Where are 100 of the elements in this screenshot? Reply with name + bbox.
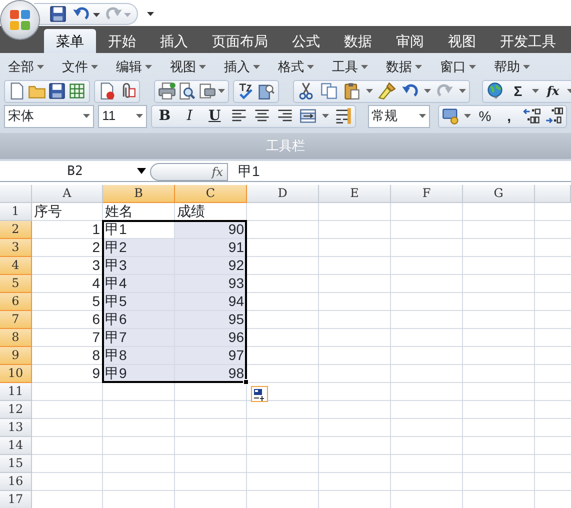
percent-button[interactable]: % [475,106,496,126]
table-cell: 9 [32,365,103,383]
sum-button[interactable]: Σ [508,81,528,101]
ribbon-tab[interactable]: 插入 [148,29,200,53]
column-header[interactable]: E [319,185,391,203]
table-cell: 4 [32,275,103,293]
spelling-check-icon[interactable] [237,82,255,100]
paintbrush-icon[interactable] [378,82,396,100]
caret-icon [415,65,422,69]
column-header[interactable]: B [103,185,175,203]
row-header[interactable]: 16 [0,473,32,491]
name-box[interactable]: B2 [67,162,83,182]
wrap-text-icon[interactable] [334,107,352,125]
caret-icon[interactable] [137,168,146,174]
document-icon[interactable] [8,82,26,100]
caret-icon[interactable] [93,13,100,17]
document-icon[interactable] [98,82,116,100]
increase-decimal-icon[interactable] [523,107,542,125]
row-header[interactable]: 3 [0,239,32,257]
column-header[interactable]: C [175,185,247,203]
formula-field[interactable]: 甲1 [228,161,260,182]
table-cell: 甲7 [103,329,175,347]
scissors-icon[interactable] [297,82,315,100]
office-logo-icon [7,7,33,33]
merge-cells-icon[interactable] [298,107,317,125]
menu-item[interactable]: 数据 [386,57,412,77]
number-format-dropdown[interactable]: 常规 [368,104,430,128]
ribbon-tab[interactable]: 页面布局 [200,29,280,53]
menu-item[interactable]: 插入 [224,57,250,77]
bold-button[interactable]: B [154,106,175,126]
row-header[interactable]: 17 [0,491,32,508]
table-cell: 成绩 [175,203,247,221]
copy-icon[interactable] [320,82,338,100]
table-cell: 91 [175,239,247,257]
decrease-decimal-icon[interactable] [545,107,564,125]
column-header[interactable]: F [391,185,463,203]
magnifier-icon[interactable] [178,82,196,100]
menu-item[interactable]: 全部 [8,57,34,77]
table-cell: 90 [175,221,247,239]
paste-options-icon[interactable] [251,386,268,402]
ribbon-tab[interactable]: 视图 [436,29,488,53]
italic-button[interactable]: I [180,106,200,126]
save-icon[interactable] [48,82,66,100]
table-cell: 甲8 [103,347,175,365]
column-header[interactable]: G [463,185,535,203]
row-header[interactable]: 4 [0,257,32,275]
font-size-dropdown[interactable]: 11 [98,104,147,128]
menu-item[interactable]: 格式 [278,57,304,77]
ribbon-tab[interactable]: 数据 [332,29,384,53]
ribbon-tab[interactable]: 公式 [280,29,332,53]
row-header[interactable]: 13 [0,419,32,437]
row-header[interactable]: 5 [0,275,32,293]
customize-caret-icon[interactable] [147,12,154,16]
ribbon-tab[interactable]: 开始 [96,29,148,53]
insert-function-button[interactable]: fx [150,162,228,180]
row-header[interactable]: 1 [0,203,32,221]
row-header[interactable]: 12 [0,401,32,419]
row-header[interactable]: 9 [0,347,32,365]
clipboard-icon[interactable] [343,82,361,100]
menu-item[interactable]: 文件 [62,57,88,77]
office-button[interactable] [1,1,39,39]
caret-icon [199,65,206,69]
printer-icon[interactable] [158,82,176,100]
ribbon-tab[interactable]: 菜单 [44,29,96,53]
table-cell: 1 [32,221,103,239]
caret-icon [145,65,152,69]
row-header[interactable]: 10 [0,365,32,383]
table-cell: 甲6 [103,311,175,329]
caret-icon [469,65,476,69]
table-cell: 2 [32,239,103,257]
printer-icon[interactable] [198,82,216,100]
table-cell: 5 [32,293,103,311]
research-book-icon[interactable] [257,82,275,100]
save-icon[interactable] [49,5,67,23]
fill-handle[interactable] [243,379,249,385]
menu-item[interactable]: 编辑 [116,57,142,77]
font-dropdown[interactable]: 宋体 [4,104,94,128]
menu-item[interactable]: 视图 [170,57,196,77]
ribbon-tab[interactable]: 开发工具 [488,29,568,53]
menu-item[interactable]: 窗口 [440,57,466,77]
underline-button[interactable]: U [204,106,225,126]
row-header[interactable]: 2 [0,221,32,239]
menu-item[interactable]: 帮助 [494,57,520,77]
row-header[interactable]: 15 [0,455,32,473]
row-header[interactable]: 6 [0,293,32,311]
spreadsheet-icon[interactable] [68,82,86,100]
globe-icon[interactable] [486,82,504,100]
table-cell: 96 [175,329,247,347]
row-header[interactable]: 14 [0,437,32,455]
menu-item[interactable]: 工具 [332,57,358,77]
row-header[interactable]: 11 [0,383,32,401]
function-button[interactable]: fx [543,81,563,101]
comma-button[interactable]: , [499,106,520,126]
row-header[interactable]: 8 [0,329,32,347]
column-header[interactable]: D [247,185,319,203]
column-header[interactable]: A [32,185,103,203]
currency-icon[interactable] [442,107,460,125]
ribbon-tab[interactable]: 审阅 [384,29,436,53]
table-cell: 7 [32,329,103,347]
row-header[interactable]: 7 [0,311,32,329]
